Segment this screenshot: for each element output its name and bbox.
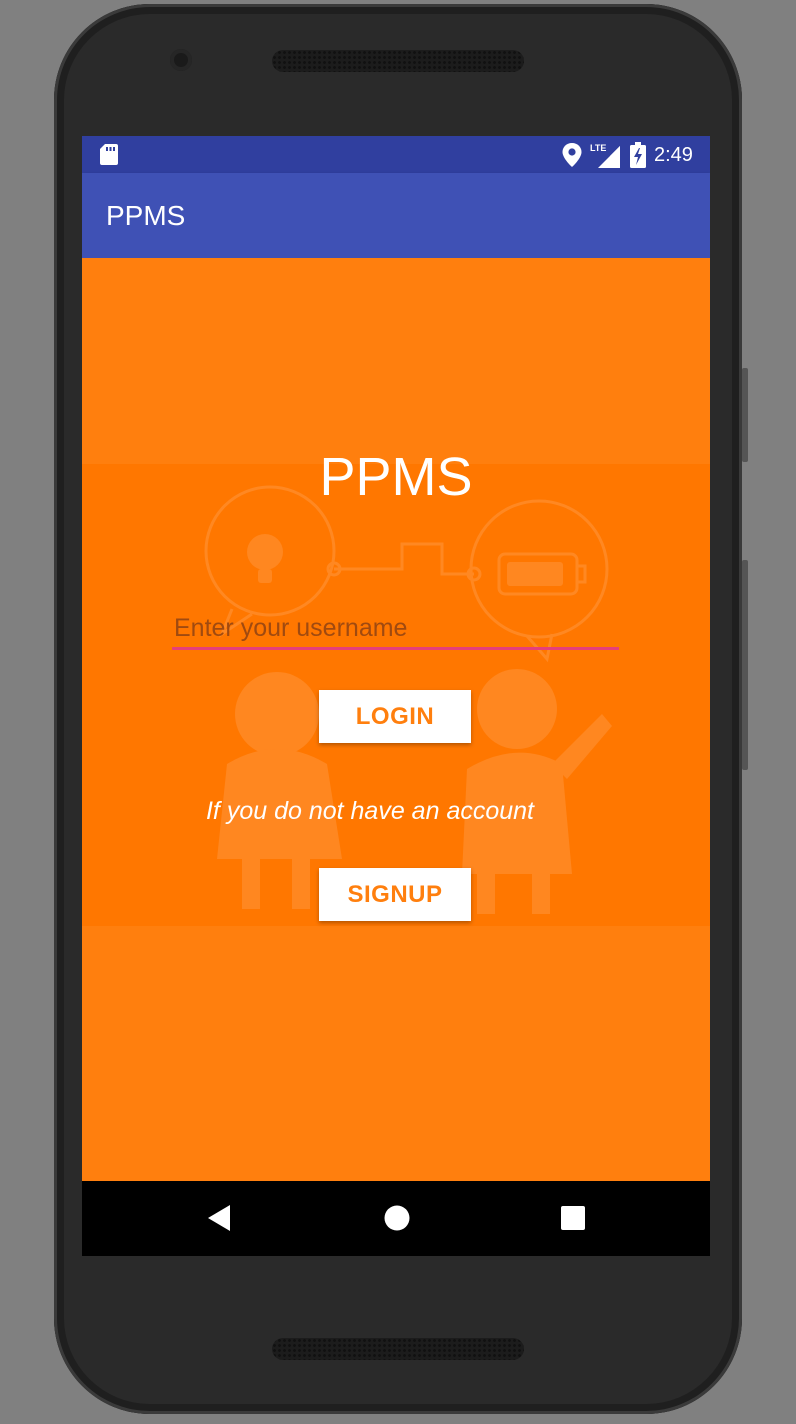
network-type-label: LTE: [590, 143, 606, 153]
screen: LTE 2:49 PPMS PPMS Enter your username L…: [82, 136, 710, 1256]
sd-card-icon: [100, 144, 118, 165]
location-icon: [562, 143, 582, 167]
app-bar: PPMS: [82, 173, 710, 258]
status-bar: LTE 2:49: [82, 136, 710, 173]
app-title: PPMS: [106, 200, 186, 231]
top-speaker: [272, 50, 524, 72]
recents-icon[interactable]: [561, 1206, 585, 1230]
signup-button[interactable]: SIGNUP: [319, 868, 471, 921]
brand-title: PPMS: [319, 447, 473, 507]
login-content: PPMS LOGIN If you do not have an account…: [82, 258, 710, 1181]
back-icon[interactable]: [208, 1205, 232, 1231]
signup-hint: If you do not have an account: [205, 797, 534, 825]
status-clock: 2:49: [654, 144, 693, 166]
battery-charging-icon: [630, 142, 646, 168]
login-button[interactable]: LOGIN: [319, 690, 471, 743]
username-input[interactable]: [172, 610, 619, 650]
navigation-bar: [82, 1181, 710, 1256]
signal-icon: LTE: [590, 143, 620, 168]
bottom-speaker: [272, 1338, 524, 1360]
home-icon[interactable]: [384, 1205, 410, 1231]
power-button: [742, 368, 748, 462]
front-camera: [170, 49, 192, 71]
volume-button: [742, 560, 748, 770]
